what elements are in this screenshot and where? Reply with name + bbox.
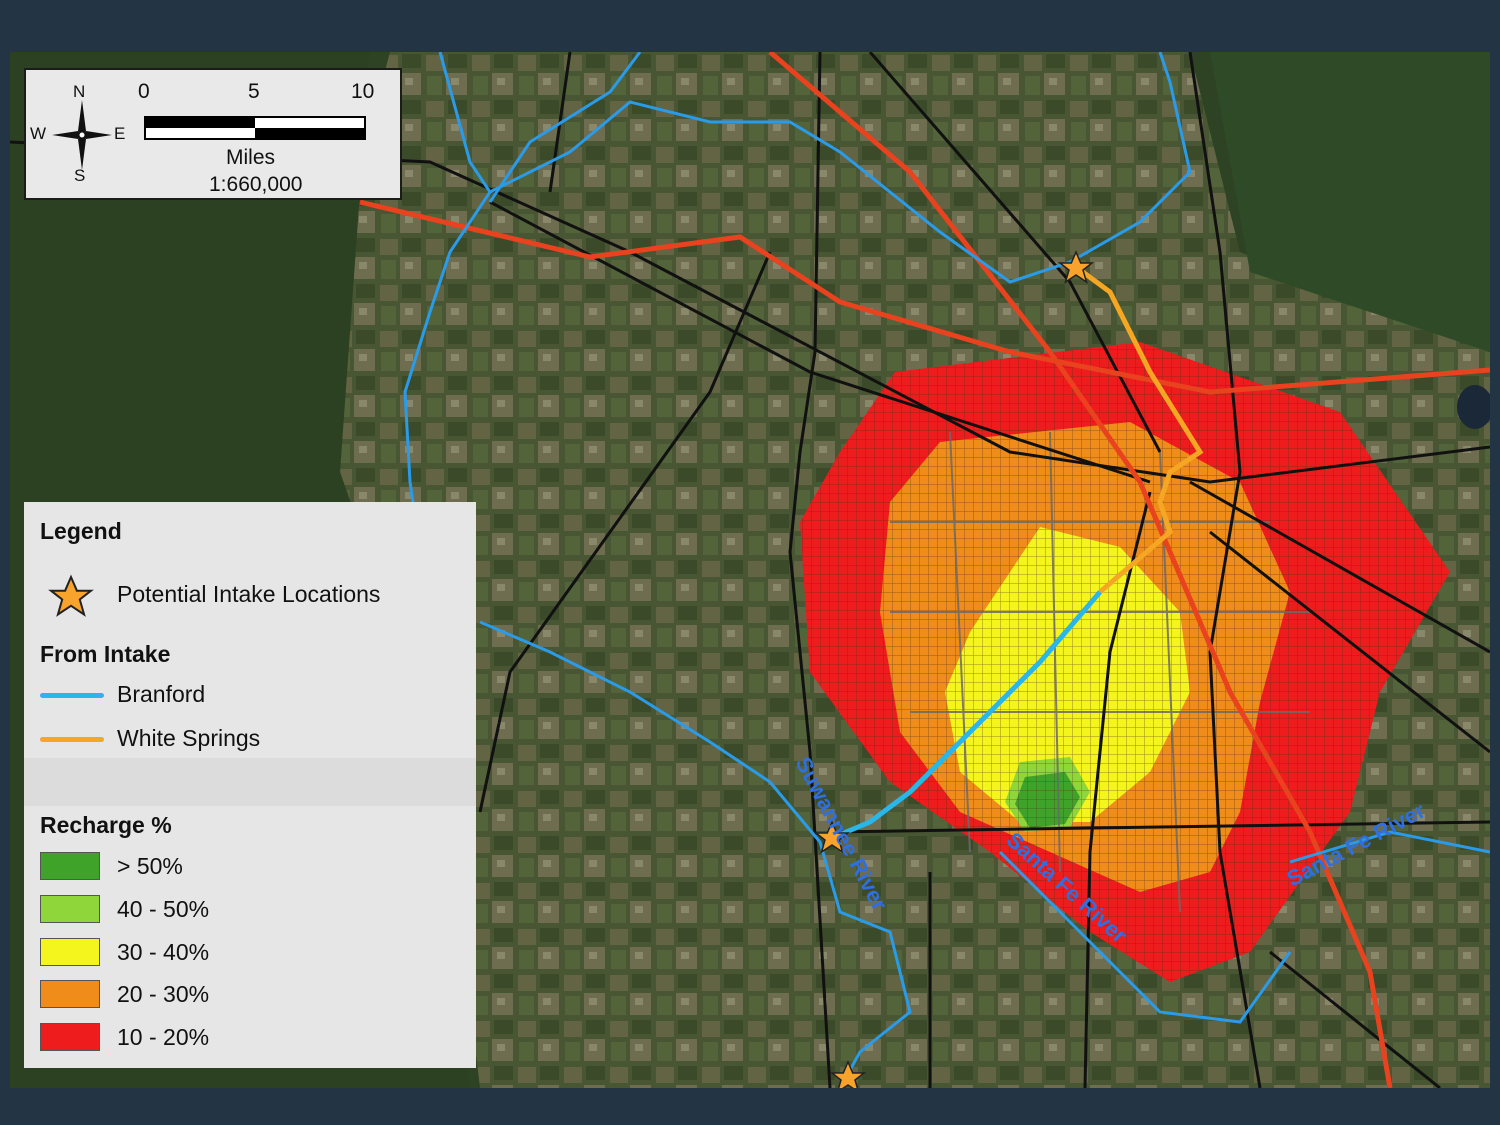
scale-tick-5: 5 [248,80,260,103]
compass-south: S [74,166,86,185]
legend-from-intake-title: From Intake [40,641,171,667]
legend-item-recharge-10-20: 10 - 20% [40,1021,460,1055]
legend-item-recharge-30-40: 30 - 40% [40,936,460,970]
legend-recharge-title: Recharge % [40,812,172,838]
swatch-10-20 [40,1023,100,1051]
scale-bar [144,116,366,140]
star-icon [48,574,94,617]
compass-east: E [114,124,126,143]
swatch-20-30 [40,980,100,1008]
legend-recharge-label: > 50% [117,853,183,879]
legend-item-recharge-20-30: 20 - 30% [40,978,460,1012]
white-springs-line-swatch [40,737,104,742]
legend-item-recharge-over-50: > 50% [40,850,460,884]
branford-line-swatch [40,693,104,698]
scale-tick-10: 10 [351,80,375,103]
scale-box: N S E W 0 5 10 Miles 1:660,000 [24,68,402,200]
scale-units: Miles [226,146,276,169]
legend-title: Legend [40,518,122,544]
legend-divider [24,758,476,806]
swatch-30-40 [40,938,100,966]
legend-item-intake: Potential Intake Locations [40,574,460,617]
compass-rose-icon [52,100,112,170]
scale-ratio: 1:660,000 [209,173,303,196]
legend-recharge-label: 20 - 30% [117,981,210,1007]
legend-branford-label: Branford [117,681,206,707]
compass-north: N [73,82,86,101]
legend-recharge-label: 10 - 20% [117,1024,210,1050]
legend-item-recharge-40-50: 40 - 50% [40,893,460,927]
swatch-40-50 [40,895,100,923]
scale-tick-0: 0 [138,80,150,103]
compass-west: W [30,124,47,143]
legend-item-branford: Branford [40,678,460,712]
legend-white-springs-label: White Springs [117,725,261,751]
legend-item-white-springs: White Springs [40,722,460,756]
legend-recharge-label: 30 - 40% [117,939,210,965]
swatch-over-50 [40,852,100,880]
legend-recharge-label: 40 - 50% [117,896,210,922]
legend-intake-label: Potential Intake Locations [117,581,381,607]
legend: Legend Potential Intake Locations From I… [24,502,476,1068]
